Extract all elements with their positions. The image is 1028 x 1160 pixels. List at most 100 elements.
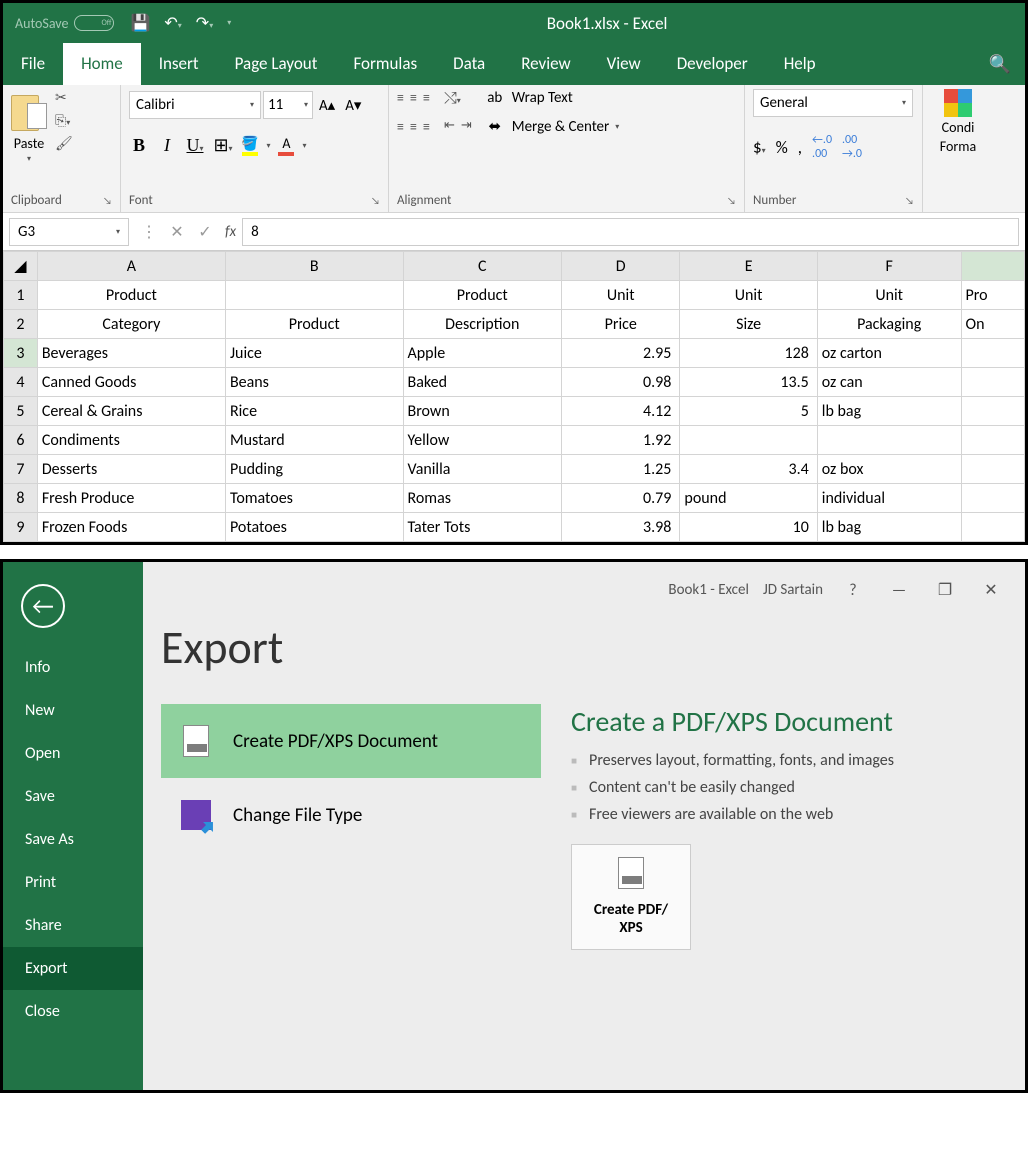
tab-home[interactable]: Home bbox=[63, 43, 141, 85]
number-launcher-icon[interactable]: ↘ bbox=[905, 194, 914, 207]
row-header[interactable]: 6 bbox=[4, 426, 38, 455]
create-pdf-button[interactable]: Create PDF/ XPS bbox=[571, 844, 691, 950]
option-create-pdf[interactable]: Create PDF/XPS Document bbox=[161, 704, 541, 778]
bold-button[interactable]: B bbox=[129, 135, 149, 156]
grow-font-icon[interactable]: A▴ bbox=[315, 96, 339, 115]
decrease-indent-icon[interactable]: ⇤ bbox=[444, 118, 455, 135]
sidebar-item-share[interactable]: Share bbox=[3, 904, 143, 947]
comma-icon[interactable]: , bbox=[798, 137, 802, 158]
worksheet-grid[interactable]: ◢ A B C D E F 1 Product Product Unit Uni… bbox=[3, 251, 1025, 542]
window-title: Book1.xlsx - Excel bbox=[241, 13, 1013, 34]
wrap-text-button[interactable]: abWrap Text bbox=[484, 89, 620, 107]
font-size-select[interactable]: 11▾ bbox=[263, 91, 313, 119]
align-bottom-icon[interactable]: ≡ bbox=[423, 89, 430, 108]
cancel-icon[interactable]: ✕ bbox=[163, 222, 191, 242]
increase-decimal-icon[interactable]: ←.0.00 bbox=[812, 133, 832, 161]
col-header-f[interactable]: F bbox=[817, 252, 961, 281]
export-detail: Create a PDF/XPS Document Preserves layo… bbox=[571, 704, 1007, 950]
fx-icon[interactable]: fx bbox=[219, 223, 242, 241]
minimize-icon[interactable]: — bbox=[883, 581, 915, 600]
sidebar-item-print[interactable]: Print bbox=[3, 861, 143, 904]
enter-icon[interactable]: ✓ bbox=[191, 222, 219, 242]
tab-help[interactable]: Help bbox=[766, 43, 834, 85]
row-header[interactable]: 4 bbox=[4, 368, 38, 397]
font-launcher-icon[interactable]: ↘ bbox=[371, 194, 380, 207]
save-icon[interactable]: 💾 bbox=[130, 13, 150, 33]
select-all-corner[interactable]: ◢ bbox=[4, 252, 38, 281]
col-header-b[interactable]: B bbox=[225, 252, 403, 281]
ribbon-group-clipboard: Paste ▾ ✂ ⎘▾ 🖌 Clipboard↘ bbox=[3, 85, 121, 212]
decrease-decimal-icon[interactable]: .00→.0 bbox=[842, 133, 862, 161]
row-header[interactable]: 9 bbox=[4, 513, 38, 542]
col-header-g[interactable] bbox=[961, 252, 1024, 281]
clipboard-launcher-icon[interactable]: ↘ bbox=[103, 194, 112, 207]
align-middle-icon[interactable]: ≡ bbox=[410, 89, 417, 108]
tab-page-layout[interactable]: Page Layout bbox=[217, 43, 336, 85]
fill-color-button[interactable]: 🪣 bbox=[241, 135, 258, 156]
tab-review[interactable]: Review bbox=[503, 43, 588, 85]
align-top-icon[interactable]: ≡ bbox=[397, 89, 404, 108]
sidebar-item-close[interactable]: Close bbox=[3, 990, 143, 1033]
sidebar-item-save[interactable]: Save bbox=[3, 775, 143, 818]
help-icon[interactable]: ? bbox=[837, 581, 869, 600]
italic-button[interactable]: I bbox=[157, 135, 177, 156]
alignment-launcher-icon[interactable]: ↘ bbox=[727, 194, 736, 207]
tab-file[interactable]: File bbox=[3, 43, 63, 85]
paste-button[interactable]: Paste ▾ bbox=[11, 89, 47, 164]
row-header[interactable]: 2 bbox=[4, 310, 38, 339]
col-header-d[interactable]: D bbox=[562, 252, 680, 281]
close-icon[interactable]: ✕ bbox=[975, 580, 1007, 600]
autosave-toggle[interactable]: AutoSave Off bbox=[15, 15, 114, 32]
sidebar-item-open[interactable]: Open bbox=[3, 732, 143, 775]
tab-data[interactable]: Data bbox=[435, 43, 503, 85]
redo-icon[interactable]: ↷▾ bbox=[196, 13, 213, 33]
sidebar-item-save-as[interactable]: Save As bbox=[3, 818, 143, 861]
orientation-icon[interactable]: ⤭▾ bbox=[444, 89, 461, 108]
currency-icon[interactable]: $▾ bbox=[753, 137, 766, 158]
underline-button[interactable]: U▾ bbox=[185, 135, 205, 156]
align-right-icon[interactable]: ≡ bbox=[423, 118, 430, 135]
sidebar-item-export[interactable]: Export bbox=[3, 947, 143, 990]
ribbon: Paste ▾ ✂ ⎘▾ 🖌 Clipboard↘ Calibri▾ 11▾ A… bbox=[3, 85, 1025, 213]
row-header[interactable]: 3 bbox=[4, 339, 38, 368]
row-header[interactable]: 1 bbox=[4, 281, 38, 310]
formula-more-icon[interactable]: ⋮ bbox=[135, 222, 163, 242]
name-box[interactable]: G3▾ bbox=[9, 218, 129, 246]
autosave-switch[interactable]: Off bbox=[74, 15, 114, 31]
row-header[interactable]: 8 bbox=[4, 484, 38, 513]
conditional-formatting-button[interactable]: Condi Forma bbox=[940, 89, 976, 155]
merge-icon: ⬌ bbox=[484, 117, 506, 136]
sidebar-item-info[interactable]: Info bbox=[3, 646, 143, 689]
back-button[interactable]: ← bbox=[21, 584, 65, 628]
restore-icon[interactable]: ❐ bbox=[929, 580, 961, 600]
undo-icon[interactable]: ↶▾ bbox=[164, 13, 181, 33]
tab-developer[interactable]: Developer bbox=[659, 43, 766, 85]
format-painter-icon[interactable]: 🖌 bbox=[55, 135, 73, 152]
font-name-select[interactable]: Calibri▾ bbox=[129, 91, 261, 119]
percent-icon[interactable]: % bbox=[776, 137, 788, 158]
search-icon[interactable]: 🔍 bbox=[975, 43, 1025, 85]
align-center-icon[interactable]: ≡ bbox=[410, 118, 417, 135]
col-header-c[interactable]: C bbox=[403, 252, 562, 281]
detail-title: Create a PDF/XPS Document bbox=[571, 704, 1007, 739]
number-format-select[interactable]: General▾ bbox=[753, 89, 913, 117]
row-header[interactable]: 5 bbox=[4, 397, 38, 426]
tab-formulas[interactable]: Formulas bbox=[335, 43, 435, 85]
cut-icon[interactable]: ✂ bbox=[55, 89, 73, 106]
formula-input[interactable]: 8 bbox=[242, 218, 1019, 246]
col-header-a[interactable]: A bbox=[37, 252, 225, 281]
row-header[interactable]: 7 bbox=[4, 455, 38, 484]
sidebar-item-new[interactable]: New bbox=[3, 689, 143, 732]
align-left-icon[interactable]: ≡ bbox=[397, 118, 404, 135]
tab-insert[interactable]: Insert bbox=[141, 43, 217, 85]
qat-customize-icon[interactable]: ▾ bbox=[227, 18, 231, 28]
shrink-font-icon[interactable]: A▾ bbox=[341, 96, 365, 115]
copy-icon[interactable]: ⎘▾ bbox=[55, 112, 73, 129]
increase-indent-icon[interactable]: ⇥ bbox=[461, 118, 472, 135]
font-color-button[interactable]: A bbox=[278, 135, 294, 156]
tab-view[interactable]: View bbox=[589, 43, 659, 85]
col-header-e[interactable]: E bbox=[680, 252, 817, 281]
option-change-file-type[interactable]: Change File Type bbox=[161, 778, 541, 852]
merge-center-button[interactable]: ⬌Merge & Center ▾ bbox=[484, 117, 620, 136]
border-button[interactable]: ⊞▾ bbox=[213, 135, 233, 156]
